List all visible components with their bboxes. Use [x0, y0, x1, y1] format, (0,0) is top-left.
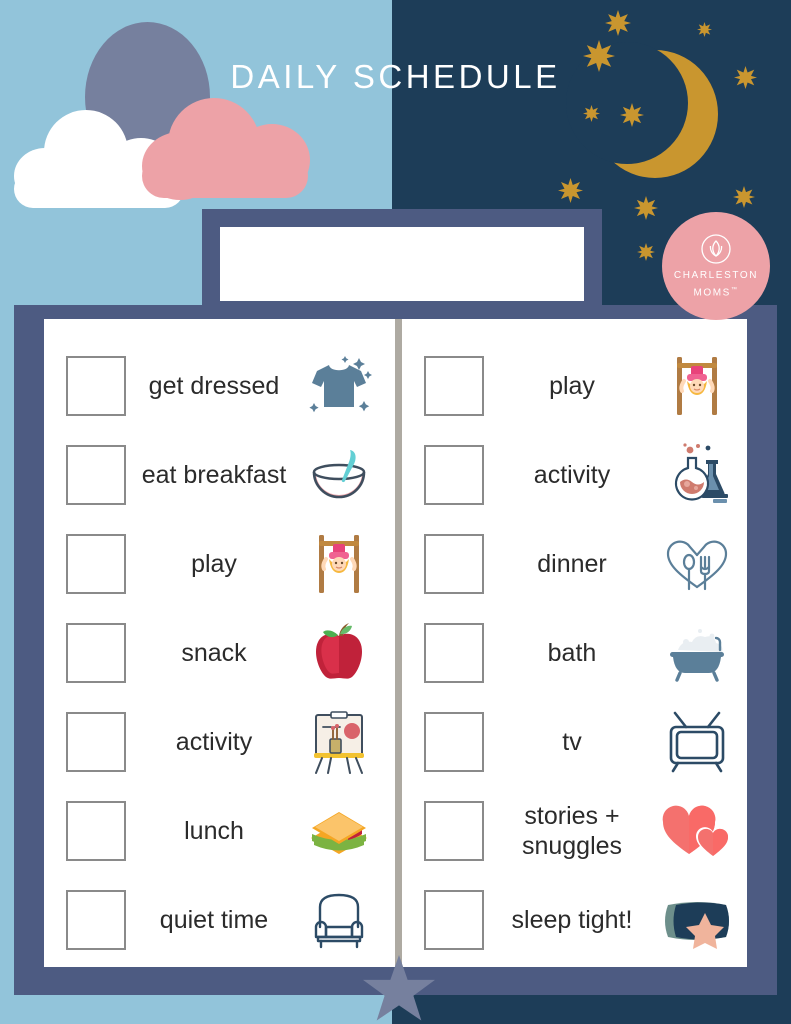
checkbox-lunch[interactable] [66, 800, 126, 861]
checkbox-stories-snuggles[interactable] [424, 800, 484, 861]
checklist-item-label: quiet time [159, 905, 269, 934]
checklist-column-evening: play activity dinner bath tv stories + s… [402, 341, 750, 961]
checklist-row: sleep tight! [402, 875, 750, 964]
checkbox-eat-breakfast[interactable] [66, 444, 126, 505]
checklist-row: bath [402, 608, 750, 697]
checklist-row: play [402, 341, 750, 430]
checklist-item-label: sleep tight! [511, 905, 633, 934]
pink-cloud-icon [142, 98, 310, 200]
checklist-item-label: stories + snuggles [521, 801, 623, 860]
checklist-frame: get dressed eat breakfast play snack act… [14, 305, 777, 995]
checklist-item-label: play [191, 549, 237, 578]
checkbox-activity[interactable] [66, 711, 126, 772]
checklist-item-label: dinner [537, 549, 607, 578]
sandwich-icon [302, 794, 376, 868]
heart-utensils-icon [660, 527, 734, 601]
checkbox-sleep-tight-[interactable] [424, 889, 484, 950]
checkbox-dinner[interactable] [424, 533, 484, 594]
checklist-row: activity [44, 697, 392, 786]
logo-line-2: MOMS™ [693, 286, 739, 299]
checklist-row: snack [44, 608, 392, 697]
checklist-row: get dressed [44, 341, 392, 430]
checklist-column-morning: get dressed eat breakfast play snack act… [44, 341, 392, 961]
checklist-row: play [44, 519, 392, 608]
checkbox-get-dressed[interactable] [66, 355, 126, 416]
checklist-item-label: get dressed [148, 371, 280, 400]
checkbox-tv[interactable] [424, 711, 484, 772]
checklist-row: activity [402, 430, 750, 519]
television-icon [660, 705, 734, 779]
charleston-moms-logo: CHARLESTON MOMS™ [662, 212, 770, 320]
checklist-item-label: activity [175, 727, 253, 756]
checklist-row: stories + snuggles [402, 786, 750, 875]
checklist-row: dinner [402, 519, 750, 608]
checkbox-bath[interactable] [424, 622, 484, 683]
checklist-row: lunch [44, 786, 392, 875]
checklist-item-label: bath [547, 638, 597, 667]
swing-child-icon [660, 349, 734, 423]
checkbox-snack[interactable] [66, 622, 126, 683]
pillow-star-icon [660, 883, 734, 957]
easel-icon [302, 705, 376, 779]
name-input[interactable] [220, 227, 584, 301]
checkbox-play[interactable] [66, 533, 126, 594]
daily-schedule-printable: DAILY SCHEDULE CHARLESTON MOMS™ get dres… [0, 0, 791, 1024]
tshirt-icon [302, 349, 376, 423]
bowl-spoon-icon [302, 438, 376, 512]
checklist-item-label: tv [562, 727, 582, 756]
checklist-item-label: lunch [184, 816, 244, 845]
checklist-item-label: play [549, 371, 595, 400]
checklist-item-label: snack [181, 638, 247, 667]
swing-child-icon [302, 527, 376, 601]
two-hearts-icon [660, 794, 734, 868]
checklist-row: quiet time [44, 875, 392, 964]
logo-line-1: CHARLESTON [673, 269, 759, 281]
apple-icon [302, 616, 376, 690]
column-divider [395, 319, 402, 967]
page-title: DAILY SCHEDULE [230, 58, 561, 95]
checkbox-play[interactable] [424, 355, 484, 416]
checkbox-quiet-time[interactable] [66, 889, 126, 950]
bathtub-icon [660, 616, 734, 690]
checklist-item-label: activity [533, 460, 611, 489]
checklist-card: get dressed eat breakfast play snack act… [44, 319, 747, 967]
name-banner [202, 209, 602, 319]
checklist-row: tv [402, 697, 750, 786]
checkbox-activity[interactable] [424, 444, 484, 505]
magnolia-flower-icon [699, 232, 733, 266]
science-flask-icon [660, 438, 734, 512]
checklist-item-label: eat breakfast [141, 460, 287, 489]
checklist-row: eat breakfast [44, 430, 392, 519]
armchair-icon [302, 883, 376, 957]
